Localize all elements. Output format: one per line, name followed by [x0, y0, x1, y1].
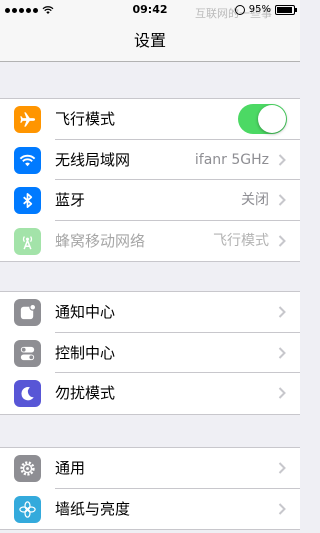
settings-group-connectivity: 飞行模式 无线局域网 ifanr 5GHz 蓝牙 关闭 蜂窝移动网络 飞行模式 — [0, 98, 300, 262]
chevron-right-icon — [278, 194, 286, 206]
cellular-icon — [14, 227, 41, 255]
settings-row-wallpaper[interactable]: 墙纸与亮度 — [0, 489, 300, 530]
row-label: 勿扰模式 — [55, 384, 116, 402]
bluetooth-value: 关闭 — [241, 192, 269, 208]
orientation-lock-icon — [234, 5, 245, 15]
wifi-icon — [14, 146, 41, 174]
settings-row-wifi[interactable]: 无线局域网 ifanr 5GHz — [0, 140, 300, 181]
airplane-mode-toggle[interactable] — [238, 104, 287, 134]
row-label: 通用 — [55, 459, 86, 477]
row-label: 飞行模式 — [55, 110, 116, 128]
settings-row-airplane-mode[interactable]: 飞行模式 — [0, 99, 300, 140]
settings-group-general: 通用 墙纸与亮度 — [0, 447, 300, 530]
settings-row-control-center[interactable]: 控制中心 — [0, 333, 300, 374]
row-label: 墙纸与亮度 — [55, 499, 131, 518]
nav-bar: 设置 — [0, 20, 300, 62]
notification-center-icon — [14, 299, 41, 326]
row-label: 控制中心 — [55, 343, 116, 362]
chevron-right-icon — [278, 387, 286, 399]
gear-icon — [14, 455, 41, 482]
row-label: 蜂窝移动网络 — [55, 231, 146, 250]
settings-row-notification-center[interactable]: 通知中心 — [0, 292, 300, 333]
row-label: 蓝牙 — [55, 191, 86, 209]
chevron-right-icon — [278, 234, 286, 247]
status-bar: 09:42 互联网的一些事 95% — [0, 0, 300, 20]
chevron-right-icon — [278, 153, 286, 166]
wallpaper-icon — [14, 495, 41, 523]
row-label: 无线局域网 — [55, 150, 131, 169]
moon-icon — [14, 380, 41, 407]
battery-icon — [275, 5, 297, 15]
status-right: 95% — [234, 0, 297, 20]
wifi-network-value: ifanr 5GHz — [194, 151, 269, 168]
battery-level — [277, 7, 293, 13]
settings-row-bluetooth[interactable]: 蓝牙 关闭 — [0, 180, 300, 221]
settings-row-general[interactable]: 通用 — [0, 448, 300, 489]
settings-group-notifications: 通知中心 控制中心 勿扰模式 — [0, 291, 300, 415]
bluetooth-icon — [14, 187, 41, 214]
toggle-knob — [258, 105, 286, 133]
chevron-right-icon — [278, 462, 286, 474]
settings-row-do-not-disturb[interactable]: 勿扰模式 — [0, 373, 300, 414]
chevron-right-icon — [278, 346, 286, 359]
chevron-right-icon — [278, 502, 286, 515]
cellular-value: 飞行模式 — [213, 232, 269, 249]
airplane-icon — [14, 106, 41, 133]
battery-percent: 95% — [248, 4, 271, 15]
row-label: 通知中心 — [55, 303, 116, 321]
page-title: 设置 — [133, 31, 166, 50]
settings-row-cellular[interactable]: 蜂窝移动网络 飞行模式 — [0, 221, 300, 262]
chevron-right-icon — [278, 306, 286, 318]
control-center-icon — [14, 339, 41, 367]
